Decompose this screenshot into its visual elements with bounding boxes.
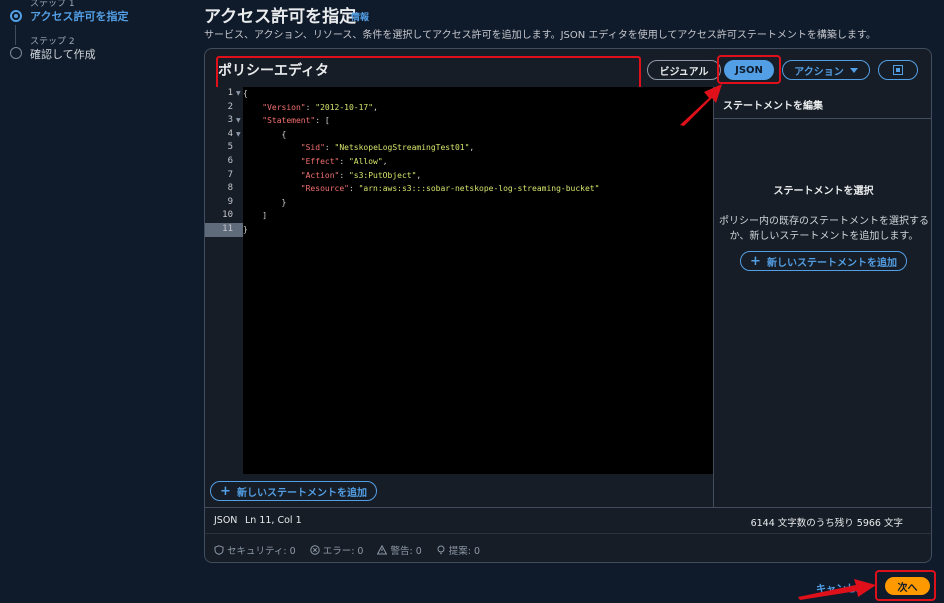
line-number: 8 (227, 183, 233, 194)
suggestion-check[interactable]: 提案: 0 (436, 543, 480, 557)
step-connector (15, 25, 16, 45)
policy-editor-title: ポリシーエディタ (218, 63, 330, 79)
code-line: ] (243, 211, 268, 221)
panel-toggle-icon (893, 65, 903, 75)
add-statement-label: 新しいステートメントを追加 (766, 257, 897, 269)
code-line: "Statement": [ (262, 116, 330, 126)
security-check[interactable]: セキュリティ: 0 (214, 543, 296, 557)
line-number: 5 (227, 142, 233, 153)
line-number: 3 (227, 115, 233, 126)
line-number-active: 11 (205, 223, 243, 237)
code-line: "Version": "2012-10-17", (262, 102, 378, 112)
character-count: 6144 文字数のうち残り 5966 文字 (750, 518, 903, 529)
policy-editor: ポリシーエディタ ビジュアル JSON アクション 1 ▼ 2 3 ▼ 4 ▼ … (204, 48, 932, 563)
json-code-editor[interactable]: { "Version": "2012-10-17", "Statement": … (243, 87, 713, 474)
code-line: "Action": "s3:PutObject", (300, 170, 422, 180)
line-number: 4 (227, 128, 233, 139)
code-line: "Effect": "Allow", (300, 157, 388, 166)
cursor-position: Ln 11, Col 1 (245, 515, 302, 526)
step-1-title[interactable]: アクセス許可を指定 (30, 8, 128, 24)
caret-down-icon (849, 67, 858, 73)
statement-panel-title: ステートメントを選択 (773, 186, 874, 197)
plus-icon: + (750, 253, 761, 269)
fold-arrow-icon[interactable]: ▼ (236, 87, 241, 101)
code-line: "Resource": "arn:aws:s3:::sobar-netskope… (300, 184, 600, 194)
line-number: 10 (222, 210, 233, 221)
line-number: 1 (227, 88, 233, 98)
action-dropdown-button[interactable]: アクション (782, 60, 870, 80)
step-1-active-icon (10, 10, 22, 22)
error-check[interactable]: エラー: 0 (310, 543, 363, 557)
plus-icon: + (220, 483, 231, 499)
line-number: 9 (227, 196, 233, 207)
info-link[interactable]: 情報 (351, 10, 369, 23)
warning-check[interactable]: 警告: 0 (377, 543, 422, 557)
statement-panel-header: ステートメントを編集 (723, 101, 823, 112)
add-statement-button-panel[interactable]: + 新しいステートメントを追加 (740, 251, 907, 271)
next-button[interactable]: 次へ (885, 577, 930, 595)
code-line: { (243, 89, 248, 98)
lightbulb-icon (437, 545, 445, 555)
code-line: { (243, 129, 287, 139)
add-statement-label: 新しいステートメントを追加 (236, 487, 367, 499)
toggle-panel-button[interactable] (878, 60, 918, 80)
action-dropdown-label: アクション (794, 66, 844, 78)
fold-arrow-icon[interactable]: ▼ (236, 128, 241, 142)
step-2-title: 確認して作成 (30, 48, 96, 61)
code-line: } (243, 197, 287, 207)
page-title: アクセス許可を指定 (204, 7, 357, 27)
divider (714, 118, 931, 119)
code-line: "Sid": "NetskopeLogStreamingTest01", (300, 143, 475, 153)
error-icon (310, 545, 320, 555)
shield-icon (214, 545, 224, 555)
wizard-steps: ステップ 1 アクセス許可を指定 ステップ 2 確認して作成 (0, 0, 190, 603)
line-number: 6 (227, 156, 233, 166)
step-2-icon (10, 47, 22, 59)
panel-divider[interactable] (713, 87, 714, 507)
statement-panel-text: ポリシー内の既存のステートメントを選択するか、新しいステートメントを追加します。 (719, 216, 929, 242)
add-statement-button[interactable]: + 新しいステートメントを追加 (210, 481, 377, 501)
line-number: 7 (227, 169, 233, 180)
json-tab-button[interactable]: JSON (724, 60, 774, 80)
divider (205, 507, 931, 508)
page-description: サービス、アクション、リソース、条件を選択してアクセス許可を追加します。JSON… (204, 30, 876, 41)
fold-arrow-icon[interactable]: ▼ (236, 114, 241, 128)
cancel-button[interactable]: キャンセル (816, 580, 866, 595)
code-line: } (243, 225, 248, 234)
visual-tab-button[interactable]: ビジュアル (647, 60, 721, 80)
warning-icon (377, 545, 388, 555)
editor-mode: JSON (214, 515, 238, 526)
divider (205, 533, 931, 534)
line-number: 2 (227, 101, 233, 112)
validation-checks: セキュリティ: 0 エラー: 0 警告: 0 提案: 0 (214, 543, 480, 557)
line-number-gutter: 1 ▼ 2 3 ▼ 4 ▼ 5 6 7 8 9 10 11 (205, 87, 243, 474)
